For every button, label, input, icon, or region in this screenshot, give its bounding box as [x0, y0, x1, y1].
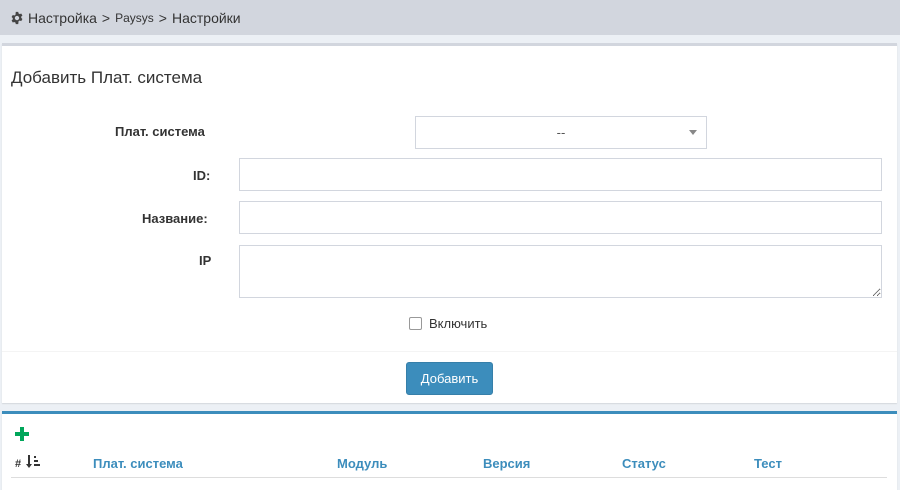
add-paysys-form: Добавить Плат. система Плат. система -- … — [2, 43, 897, 403]
column-status[interactable]: Статус — [622, 456, 666, 471]
breadcrumb-separator: > — [101, 9, 111, 26]
paysys-select[interactable]: -- — [415, 116, 707, 149]
add-button[interactable]: Добавить — [406, 362, 493, 395]
enable-checkbox[interactable] — [409, 317, 422, 330]
column-test[interactable]: Тест — [754, 456, 782, 471]
name-field[interactable] — [239, 201, 882, 234]
column-paysys[interactable]: Плат. система — [93, 456, 183, 471]
name-label: Название: — [142, 211, 208, 226]
breadcrumb-item-paysys[interactable]: Paysys — [115, 11, 154, 25]
enable-label: Включить — [429, 316, 488, 331]
id-label: ID: — [193, 168, 211, 183]
paysys-select-value: -- — [556, 125, 566, 140]
breadcrumb-separator: > — [158, 9, 167, 26]
column-version[interactable]: Версия — [483, 456, 530, 471]
paysys-label: Плат. система — [115, 124, 205, 139]
breadcrumb-item-current: Настройки — [171, 9, 241, 26]
paysys-table: # Плат. система Модуль Версия Статус Тес… — [2, 411, 897, 490]
form-footer-divider — [2, 351, 897, 352]
breadcrumb-item-settings[interactable]: Настройка — [28, 10, 97, 26]
sort-icon[interactable] — [26, 455, 40, 468]
column-module[interactable]: Модуль — [337, 456, 387, 471]
gear-icon — [11, 11, 23, 24]
form-title: Добавить Плат. система — [11, 68, 203, 87]
plus-icon[interactable] — [15, 427, 29, 441]
table-header-divider — [11, 477, 887, 478]
ip-textarea[interactable] — [239, 245, 882, 298]
ip-label: IP — [199, 253, 212, 268]
enable-checkbox-row[interactable]: Включить — [409, 316, 487, 331]
chevron-down-icon — [689, 130, 697, 135]
column-hash: # — [15, 458, 22, 470]
breadcrumb: Настройка > Paysys > Настройки — [0, 0, 900, 35]
id-field[interactable] — [239, 158, 882, 191]
